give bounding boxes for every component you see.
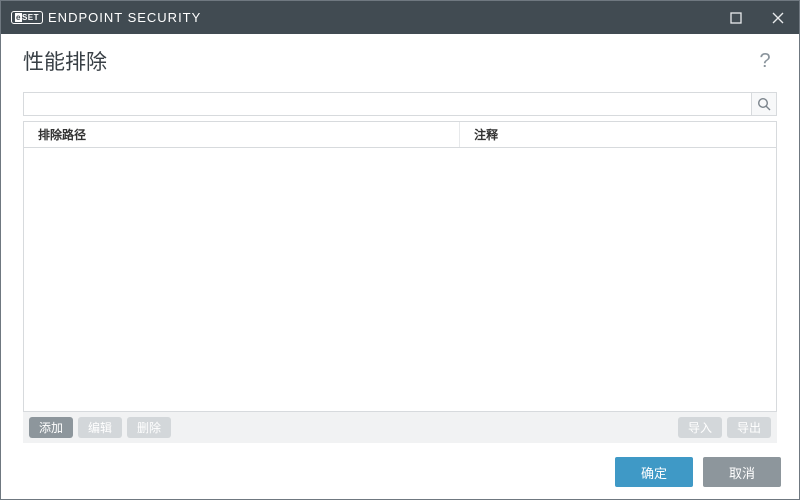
ok-button[interactable]: 确定 — [615, 457, 693, 487]
search-row — [23, 92, 777, 116]
edit-button[interactable]: 编辑 — [78, 417, 122, 438]
column-header-path[interactable]: 排除路径 — [24, 122, 460, 147]
cancel-button[interactable]: 取消 — [703, 457, 781, 487]
column-header-comment[interactable]: 注释 — [460, 122, 776, 147]
search-button[interactable] — [751, 92, 777, 116]
maximize-button[interactable] — [715, 1, 757, 34]
help-button[interactable]: ? — [753, 50, 777, 73]
search-icon — [757, 97, 771, 111]
app-title: ENDPOINT SECURITY — [48, 10, 201, 25]
brand-logo: eSET — [11, 11, 43, 24]
exclusions-table: 排除路径 注释 — [23, 121, 777, 412]
content-area: 性能排除 ? 排除路径 注释 添加 编辑 删除 导入 导出 — [1, 34, 799, 445]
title-bar: eSET ENDPOINT SECURITY — [1, 1, 799, 34]
import-button[interactable]: 导入 — [678, 417, 722, 438]
table-body — [24, 148, 776, 411]
delete-button[interactable]: 删除 — [127, 417, 171, 438]
page-title: 性能排除 — [23, 46, 107, 76]
search-input[interactable] — [23, 92, 751, 116]
table-header: 排除路径 注释 — [24, 122, 776, 148]
brand-logo-e: e — [15, 13, 22, 22]
close-button[interactable] — [757, 1, 799, 34]
dialog-footer: 确定 取消 — [1, 445, 799, 499]
page-header: 性能排除 ? — [23, 46, 777, 76]
add-button[interactable]: 添加 — [29, 417, 73, 438]
brand-logo-text: SET — [22, 13, 39, 22]
export-button[interactable]: 导出 — [727, 417, 771, 438]
table-action-bar: 添加 编辑 删除 导入 导出 — [23, 412, 777, 443]
